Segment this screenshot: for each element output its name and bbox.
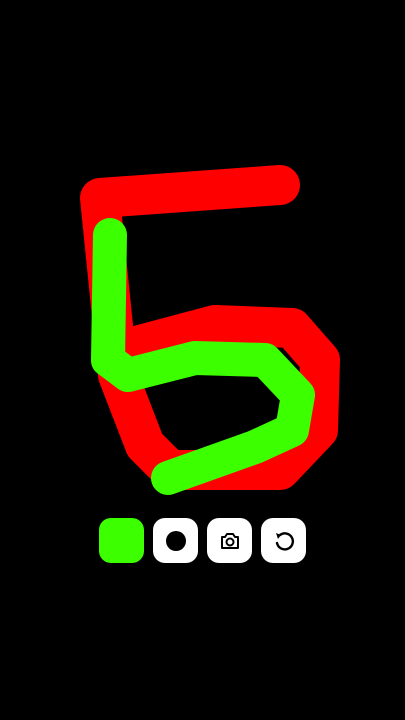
brush-dot-icon <box>165 530 186 551</box>
camera-icon <box>220 532 239 549</box>
undo-button[interactable] <box>261 518 306 563</box>
undo-icon <box>275 531 294 551</box>
brush-size-button[interactable] <box>153 518 198 563</box>
drawing-canvas[interactable] <box>0 0 405 720</box>
drawing-toolbar <box>99 518 306 563</box>
color-picker-button[interactable] <box>99 518 144 563</box>
camera-button[interactable] <box>207 518 252 563</box>
